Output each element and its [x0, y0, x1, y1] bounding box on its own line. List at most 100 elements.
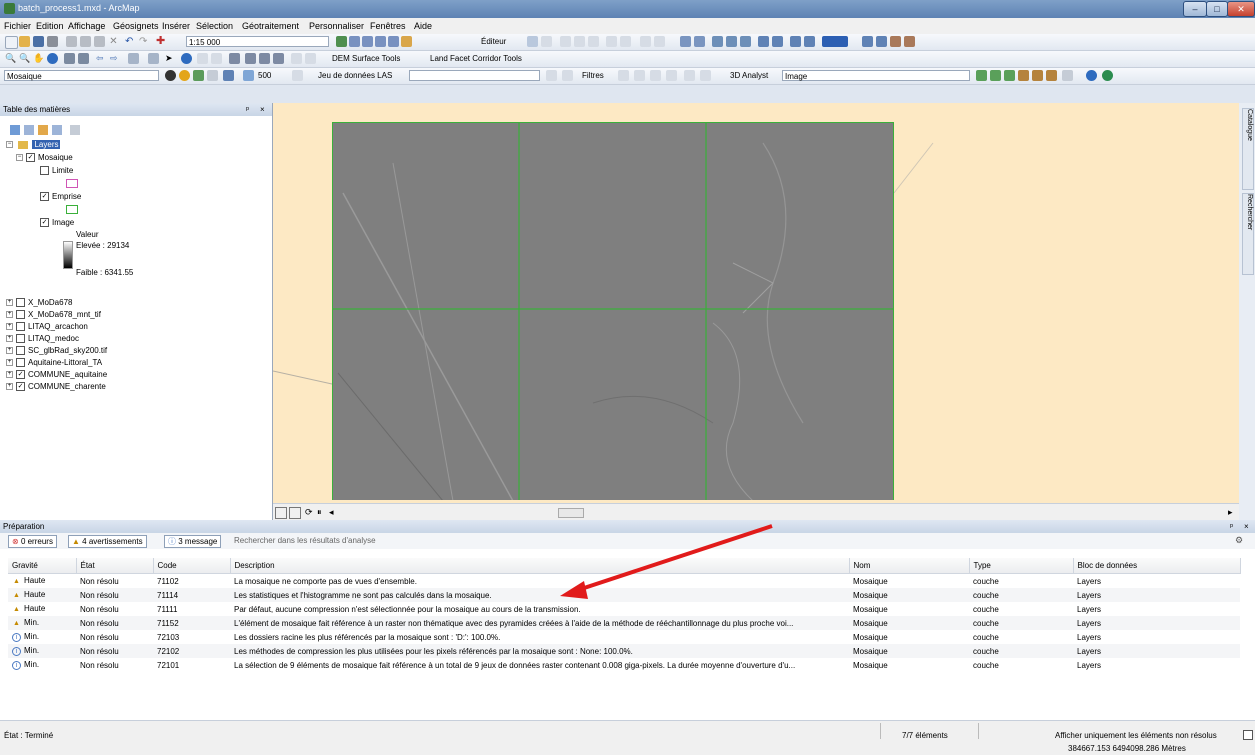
swipe-tool-icon[interactable]: [758, 36, 769, 47]
menu-fenetres[interactable]: Fenêtres: [370, 21, 406, 31]
list-by-source-icon[interactable]: [24, 125, 34, 135]
expand-icon[interactable]: +: [6, 335, 13, 343]
col-code[interactable]: Code: [153, 558, 231, 574]
list-by-drawing-order-icon[interactable]: [10, 125, 20, 135]
las-2d-icon[interactable]: [634, 70, 645, 81]
results-search-input[interactable]: Rechercher dans les résultats d'analyse: [234, 536, 376, 545]
visibility-checkbox[interactable]: [16, 322, 25, 332]
warnings-filter-button[interactable]: ▲ 4 avertissements: [68, 535, 147, 548]
col-type[interactable]: Type: [969, 558, 1074, 574]
arc-tool-icon[interactable]: [574, 36, 585, 47]
visibility-checkbox[interactable]: ✓: [26, 153, 35, 163]
toc-window-icon[interactable]: [349, 36, 360, 47]
copy-icon[interactable]: [80, 36, 91, 47]
fixed-zoom-in-icon[interactable]: [64, 53, 75, 64]
layer-emprise[interactable]: ✓ Emprise: [40, 192, 81, 202]
hyperlink-icon[interactable]: [197, 53, 208, 64]
visibility-checkbox[interactable]: ✓: [40, 218, 49, 228]
analysis-tool-icon[interactable]: [740, 36, 751, 47]
identify-icon[interactable]: [181, 53, 192, 64]
edit-tool-icon[interactable]: [527, 36, 538, 47]
menu-selection[interactable]: Sélection: [196, 21, 233, 31]
contour-icon[interactable]: [976, 70, 987, 81]
maximize-button[interactable]: □: [1206, 1, 1228, 17]
html-popup-icon[interactable]: [211, 53, 222, 64]
3d-analyst-layer-combo[interactable]: Image: [782, 70, 970, 81]
expand-icon[interactable]: +: [6, 383, 13, 391]
las-toolbar-icon[interactable]: [292, 70, 303, 81]
scale-combo[interactable]: 1:15 000: [186, 36, 329, 47]
las-points-icon[interactable]: [546, 70, 557, 81]
menu-fichier[interactable]: Fichier: [4, 21, 31, 31]
minimize-button[interactable]: –: [1183, 1, 1207, 17]
layer-litaq-arcachon[interactable]: + LITAQ_arcachon: [6, 322, 88, 332]
arcglobe-icon[interactable]: [1102, 70, 1113, 81]
list-by-selection-icon[interactable]: [52, 125, 62, 135]
horizontal-scrollbar-thumb[interactable]: [558, 508, 584, 518]
close-button[interactable]: ✕: [1227, 1, 1255, 17]
redo-icon[interactable]: ↷: [139, 36, 150, 47]
3d-analyst-menu[interactable]: 3D Analyst: [730, 71, 768, 80]
catalog-tool-icon[interactable]: [712, 36, 723, 47]
model-tool-icon[interactable]: [890, 36, 901, 47]
visibility-checkbox[interactable]: ✓: [16, 370, 25, 380]
visibility-checkbox[interactable]: ✓: [40, 192, 49, 202]
filters-menu[interactable]: Filtres: [582, 71, 604, 80]
pan-icon[interactable]: ✋: [33, 53, 44, 64]
visibility-checkbox[interactable]: [16, 298, 25, 308]
menu-geotraitement[interactable]: Géotraitement: [242, 21, 299, 31]
dem-surface-tools-menu[interactable]: DEM Surface Tools: [332, 54, 400, 63]
editor-menu[interactable]: Éditeur: [481, 37, 506, 46]
layer-litaq-medoc[interactable]: + LITAQ_medoc: [6, 334, 79, 344]
results-close-icon[interactable]: ×: [1244, 520, 1249, 533]
swipe-layer-icon[interactable]: [207, 70, 218, 81]
menu-geosignets[interactable]: Géosignets: [113, 21, 159, 31]
cut-icon[interactable]: [66, 36, 77, 47]
color-ramp-icon[interactable]: [822, 36, 848, 47]
save-icon[interactable]: [33, 36, 44, 47]
table-row[interactable]: ▲ Haute Non résolu 71114 Les statistiques…: [8, 588, 1240, 602]
messages-filter-button[interactable]: ⓘ 3 message: [164, 535, 222, 548]
layers-root-label[interactable]: Layers: [32, 140, 61, 149]
arctoolbox-icon[interactable]: [388, 36, 399, 47]
layer-combo[interactable]: Mosaique: [4, 70, 159, 81]
interpolate-point-icon[interactable]: [1032, 70, 1043, 81]
search-window-icon[interactable]: [375, 36, 386, 47]
expand-icon[interactable]: +: [6, 371, 13, 379]
visibility-checkbox[interactable]: ✓: [16, 382, 25, 392]
layer-aquitaine-littoral[interactable]: + Aquitaine-Littoral_TA: [6, 358, 102, 368]
table-row[interactable]: ▲ Haute Non résolu 71111 Par défaut, aucu…: [8, 602, 1240, 616]
table-row[interactable]: i Min. Non résolu 72103 Les dossiers raci…: [8, 630, 1240, 644]
list-by-visibility-icon[interactable]: [38, 125, 48, 135]
catalog-tab[interactable]: Catalogue: [1242, 108, 1254, 190]
script-tool-icon[interactable]: [904, 36, 915, 47]
col-nom[interactable]: Nom: [849, 558, 970, 574]
expand-icon[interactable]: +: [6, 347, 13, 355]
display-tool-icon[interactable]: [862, 36, 873, 47]
zoom-in-icon[interactable]: 🔍: [5, 53, 16, 64]
steepest-path-icon[interactable]: [990, 70, 1001, 81]
layout-tool-icon[interactable]: [876, 36, 887, 47]
split-tool-icon[interactable]: [606, 36, 617, 47]
toc-options-icon[interactable]: [70, 125, 80, 135]
print-icon[interactable]: [47, 36, 58, 47]
attributes-icon[interactable]: [640, 36, 651, 47]
las-options-icon[interactable]: [700, 70, 711, 81]
catalog-window-icon[interactable]: [362, 36, 373, 47]
menu-affichage[interactable]: Affichage: [68, 21, 105, 31]
find-route-icon[interactable]: [259, 53, 270, 64]
col-gravite[interactable]: Gravité: [8, 558, 77, 574]
unresolved-only-checkbox[interactable]: [1243, 730, 1253, 740]
network-tool-icon[interactable]: [726, 36, 737, 47]
collapse-icon[interactable]: −: [16, 154, 23, 162]
layer-x-moda678-mnt[interactable]: + X_MoDa678_mnt_tif: [6, 310, 101, 320]
table-row[interactable]: ▲ Min. Non résolu 71152 L'élément de mosa…: [8, 616, 1240, 630]
sketch-tool-icon[interactable]: [541, 36, 552, 47]
table-row[interactable]: i Min. Non résolu 72101 La sélection de 9…: [8, 658, 1240, 672]
visibility-checkbox[interactable]: [16, 310, 25, 320]
layout-view-icon[interactable]: [289, 507, 301, 519]
collapse-icon[interactable]: −: [6, 141, 13, 149]
layer-x-moda678[interactable]: + X_MoDa678: [6, 298, 72, 308]
layer-commune-aquitaine[interactable]: + ✓ COMMUNE_aquitaine: [6, 370, 107, 380]
interpolate-polygon-icon[interactable]: [1046, 70, 1057, 81]
